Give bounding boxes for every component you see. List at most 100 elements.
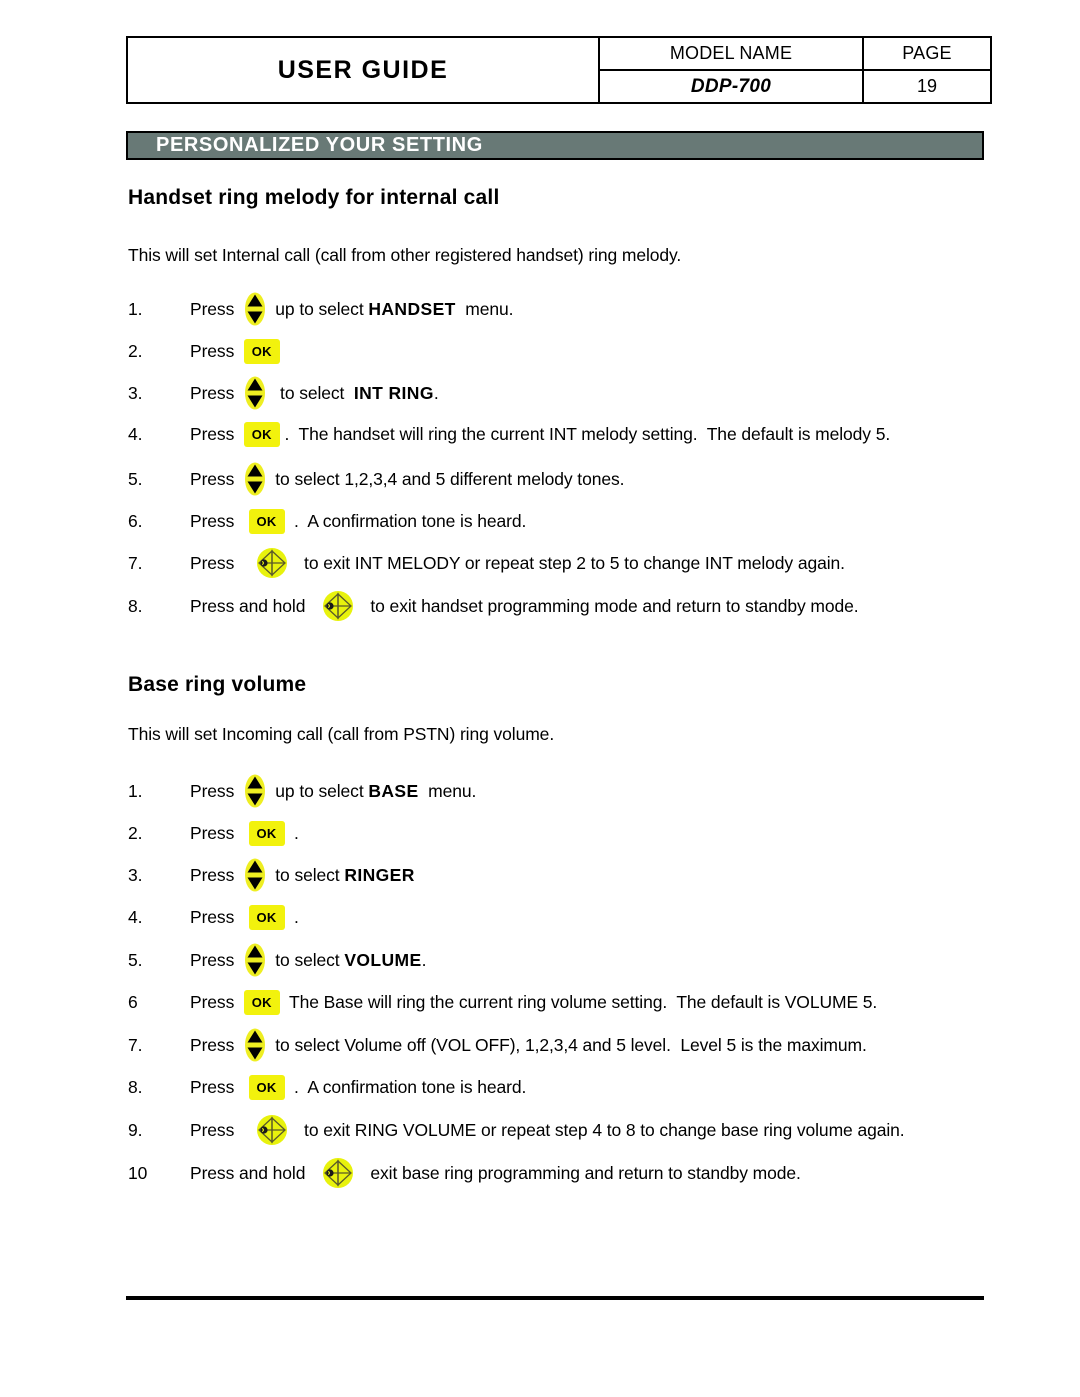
page-number-cell: 19 bbox=[862, 69, 992, 104]
step-number: 1. bbox=[128, 298, 143, 319]
step-content: Press OK . A confirmation tone is heard. bbox=[190, 1074, 527, 1100]
page-label-cell: PAGE bbox=[862, 36, 992, 71]
step-content: Press to select INT RING. bbox=[190, 376, 439, 410]
step-keyword: VOLUME bbox=[344, 949, 422, 970]
step-number: 3. bbox=[128, 864, 143, 885]
nav-updown-icon[interactable] bbox=[244, 943, 266, 977]
step-text-run: . The handset will ring the current INT … bbox=[279, 423, 891, 444]
step-text-run: Press bbox=[190, 1034, 244, 1055]
step-number: 5. bbox=[128, 949, 143, 970]
step-text-run: Press and hold bbox=[190, 595, 315, 616]
step-content: Press OK The Base will ring the current … bbox=[190, 989, 878, 1015]
step-number: 2. bbox=[128, 340, 143, 361]
hangup-phone-icon[interactable] bbox=[249, 1114, 295, 1146]
step-number: 8. bbox=[128, 595, 143, 616]
ok-button-icon[interactable]: OK bbox=[243, 338, 280, 364]
nav-updown-icon[interactable] bbox=[244, 292, 266, 326]
section-intro: This will set Internal call (call from o… bbox=[128, 245, 682, 265]
step-content: Press to exit INT MELODY or repeat step … bbox=[190, 547, 845, 579]
step-text-run: . bbox=[284, 822, 299, 843]
step-text-run: Press bbox=[190, 1119, 249, 1140]
step-text-run: to exit INT MELODY or repeat step 2 to 5… bbox=[294, 552, 845, 573]
instruction-step: 6. Press OK . A confirmation tone is hear… bbox=[128, 506, 526, 536]
step-text-run: . A confirmation tone is heard. bbox=[284, 1076, 527, 1097]
step-number: 2. bbox=[128, 822, 143, 843]
model-name-label-cell: MODEL NAME bbox=[598, 36, 864, 71]
step-content: Press OK . A confirmation tone is heard. bbox=[190, 508, 527, 534]
instruction-step: 9. Press to exit RING VOLUME or repeat st… bbox=[128, 1115, 905, 1145]
step-text-run: . A confirmation tone is heard. bbox=[284, 510, 527, 531]
step-number: 5. bbox=[128, 468, 143, 489]
section-banner-label: PERSONALIZED YOUR SETTING bbox=[156, 134, 483, 156]
step-number: 3. bbox=[128, 382, 143, 403]
instruction-step: 10 Press and hold exit base ring programm… bbox=[128, 1158, 801, 1188]
step-number: 4. bbox=[128, 906, 143, 927]
ok-button-icon[interactable]: OK bbox=[248, 820, 285, 846]
step-keyword: BASE bbox=[368, 780, 419, 801]
ok-button-icon[interactable]: OK bbox=[248, 1074, 285, 1100]
step-text-run: . bbox=[421, 949, 427, 970]
step-text-run: up to select bbox=[265, 298, 369, 319]
hangup-phone-icon[interactable] bbox=[315, 1157, 361, 1189]
step-text-run: Press bbox=[190, 991, 244, 1012]
step-content: Press OK . bbox=[190, 904, 299, 930]
step-content: Press up to select HANDSET menu. bbox=[190, 292, 514, 326]
instruction-step: 4. Press OK . bbox=[128, 902, 299, 932]
step-text-run: menu. bbox=[418, 780, 477, 801]
step-text-run: to select Volume off (VOL OFF), 1,2,3,4 … bbox=[265, 1034, 867, 1055]
step-content: Press and hold to exit handset programmi… bbox=[190, 590, 859, 622]
step-text-run: Press bbox=[190, 1076, 249, 1097]
step-text-run: . bbox=[433, 382, 439, 403]
step-number: 10 bbox=[128, 1162, 148, 1183]
step-number: 7. bbox=[128, 1034, 143, 1055]
hangup-phone-icon[interactable] bbox=[249, 547, 295, 579]
step-keyword: RINGER bbox=[344, 864, 415, 885]
step-number: 6. bbox=[128, 510, 143, 531]
step-text-run: Press bbox=[190, 906, 249, 927]
document-header-table: USER GUIDE MODEL NAME PAGE DDP-700 19 bbox=[126, 36, 992, 104]
instruction-step: 5. Press to select 1,2,3,4 and 5 differen… bbox=[128, 462, 624, 496]
nav-updown-icon[interactable] bbox=[244, 1028, 266, 1062]
step-text-run: to exit handset programming mode and ret… bbox=[360, 595, 859, 616]
step-number: 4. bbox=[128, 423, 143, 444]
nav-updown-icon[interactable] bbox=[244, 462, 266, 496]
step-text-run: Press bbox=[190, 298, 244, 319]
ok-button-icon[interactable]: OK bbox=[248, 508, 285, 534]
nav-updown-icon[interactable] bbox=[244, 376, 266, 410]
step-text-run: The Base will ring the current ring volu… bbox=[279, 991, 878, 1012]
step-text-run: Press bbox=[190, 822, 249, 843]
instruction-step: 7. Press to select Volume off (VOL OFF), … bbox=[128, 1028, 867, 1062]
step-text-run: Press bbox=[190, 423, 244, 444]
step-content: Press up to select BASE menu. bbox=[190, 774, 476, 808]
instruction-step: 3. Press to select RINGER bbox=[128, 858, 415, 892]
header-title-cell: USER GUIDE bbox=[126, 36, 600, 104]
step-text-run: Press bbox=[190, 949, 244, 970]
step-text-run: Press bbox=[190, 552, 249, 573]
step-content: Press to select Volume off (VOL OFF), 1,… bbox=[190, 1028, 867, 1062]
step-number: 9. bbox=[128, 1119, 143, 1140]
step-content: Press to exit RING VOLUME or repeat step… bbox=[190, 1114, 905, 1146]
ok-button-icon[interactable]: OK bbox=[243, 421, 280, 447]
footer-divider bbox=[126, 1296, 984, 1300]
model-name-value-cell: DDP-700 bbox=[598, 69, 864, 104]
nav-updown-icon[interactable] bbox=[244, 858, 266, 892]
ok-button-icon[interactable]: OK bbox=[243, 989, 280, 1015]
instruction-step: 2. Press OK bbox=[128, 336, 280, 366]
step-content: Press OK . The handset will ring the cur… bbox=[190, 421, 891, 447]
step-text-run: to select bbox=[265, 949, 345, 970]
step-text-run: to exit RING VOLUME or repeat step 4 to … bbox=[294, 1119, 905, 1140]
step-keyword: INT RING bbox=[353, 382, 434, 403]
instruction-step: 3. Press to select INT RING. bbox=[128, 376, 439, 410]
step-number: 1. bbox=[128, 780, 143, 801]
ok-button-icon[interactable]: OK bbox=[248, 904, 285, 930]
step-content: Press to select VOLUME. bbox=[190, 943, 426, 977]
step-number: 8. bbox=[128, 1076, 143, 1097]
nav-updown-icon[interactable] bbox=[244, 774, 266, 808]
hangup-phone-icon[interactable] bbox=[315, 590, 361, 622]
instruction-step: 4. Press OK . The handset will ring the c… bbox=[128, 419, 890, 449]
step-text-run: up to select bbox=[265, 780, 369, 801]
step-text-run: . bbox=[284, 906, 299, 927]
section-banner: PERSONALIZED YOUR SETTING bbox=[126, 131, 984, 160]
instruction-step: 6 Press OK The Base will ring the current… bbox=[128, 987, 877, 1017]
document-page: USER GUIDE MODEL NAME PAGE DDP-700 19 PE… bbox=[0, 0, 1080, 1397]
